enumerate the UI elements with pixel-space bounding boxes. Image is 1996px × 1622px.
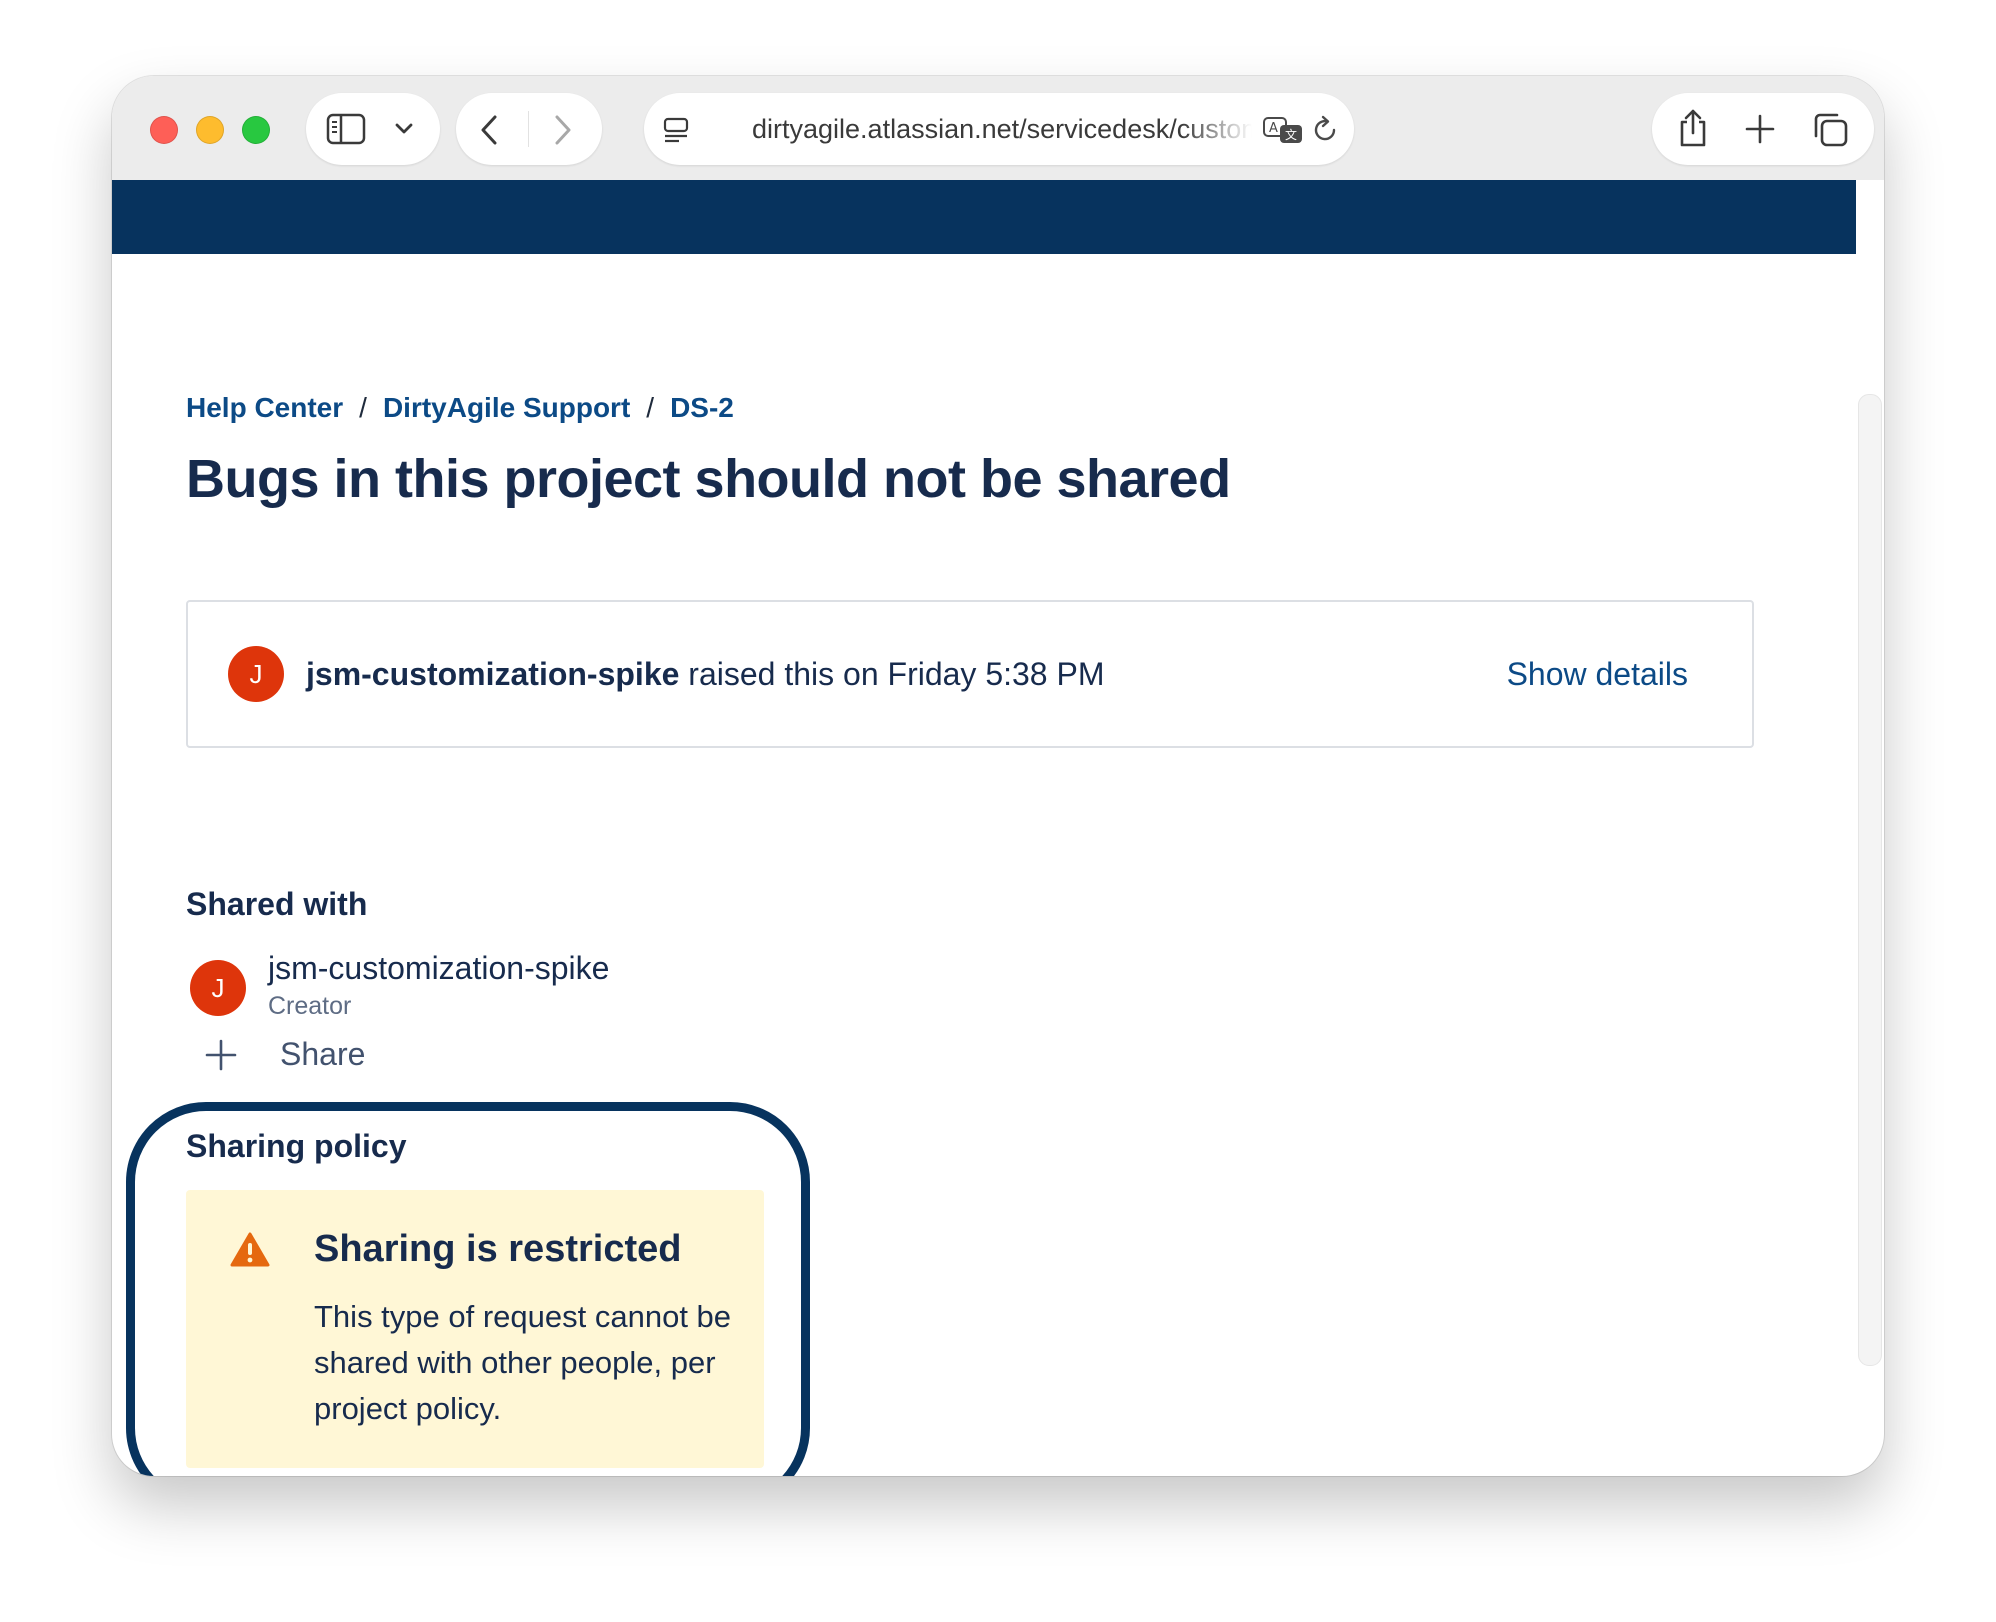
warning-message: This type of request cannot be shared wi… [314, 1299, 732, 1426]
window-actions [1652, 93, 1874, 165]
address-bar[interactable]: dirtyagile.atlassian.net/servicedesk/cus… [644, 93, 1354, 165]
participant-role: Creator [268, 992, 352, 1020]
plus-icon [205, 1039, 237, 1071]
request-page: Help Center / DirtyAgile Support / DS-2 Bugs… [112, 254, 1856, 1476]
nav-divider [528, 111, 529, 147]
chevron-down-icon[interactable] [394, 121, 414, 137]
page-menu-icon[interactable] [662, 115, 692, 145]
warning-icon [230, 1232, 270, 1267]
avatar: J [190, 960, 246, 1016]
show-details-button[interactable]: Show details [1507, 656, 1688, 693]
raised-timestamp: raised this on Friday 5:38 PM [688, 656, 1105, 692]
share-button[interactable]: Share [204, 1034, 404, 1078]
warning-title: Sharing is restricted [314, 1228, 682, 1270]
breadcrumb-issue-key[interactable]: DS-2 [670, 392, 734, 423]
svg-text:A: A [1269, 121, 1278, 136]
url-text[interactable]: dirtyagile.atlassian.net/servicedesk/cus… [752, 114, 1252, 148]
tabs-overview-icon[interactable] [1812, 111, 1850, 149]
share-icon[interactable] [1676, 107, 1710, 149]
sharing-restricted-warning: Sharing is restricted This type of reque… [186, 1190, 764, 1468]
history-navigation [456, 93, 602, 165]
minimize-window-button[interactable] [196, 116, 224, 144]
share-label: Share [280, 1036, 366, 1072]
svg-text:文: 文 [1285, 127, 1297, 142]
avatar: J [228, 646, 284, 702]
back-icon[interactable] [478, 113, 502, 147]
forward-icon[interactable] [550, 113, 574, 147]
sidebar-icon[interactable] [326, 113, 366, 145]
raised-by-text: jsm-customization-spike raised this on F… [306, 656, 1104, 693]
scrollbar[interactable] [1858, 394, 1882, 1366]
shared-with-heading: Shared with [186, 886, 368, 922]
close-window-button[interactable] [150, 116, 178, 144]
breadcrumb-service-desk[interactable]: DirtyAgile Support [383, 392, 630, 423]
reload-icon[interactable] [1310, 115, 1340, 145]
translate-icon[interactable]: A 文 [1262, 115, 1304, 145]
browser-window: dirtyagile.atlassian.net/servicedesk/cus… [112, 76, 1884, 1476]
breadcrumb-help-center[interactable]: Help Center [186, 392, 343, 423]
sidebar-control [306, 93, 440, 165]
breadcrumb-separator: / [359, 392, 367, 423]
breadcrumb-separator: / [646, 392, 655, 423]
reporter-name: jsm-customization-spike [306, 656, 680, 692]
plus-icon[interactable] [1744, 113, 1776, 145]
browser-toolbar: dirtyagile.atlassian.net/servicedesk/cus… [112, 76, 1884, 180]
breadcrumb: Help Center / DirtyAgile Support / DS-2 [186, 392, 734, 424]
page-title: Bugs in this project should not be share… [186, 449, 1231, 509]
site-header-bar [112, 180, 1856, 254]
participant-name: jsm-customization-spike [268, 950, 610, 986]
sharing-policy-heading: Sharing policy [186, 1128, 407, 1164]
zoom-window-button[interactable] [242, 116, 270, 144]
request-summary-card: J jsm-customization-spike raised this on… [186, 600, 1754, 748]
